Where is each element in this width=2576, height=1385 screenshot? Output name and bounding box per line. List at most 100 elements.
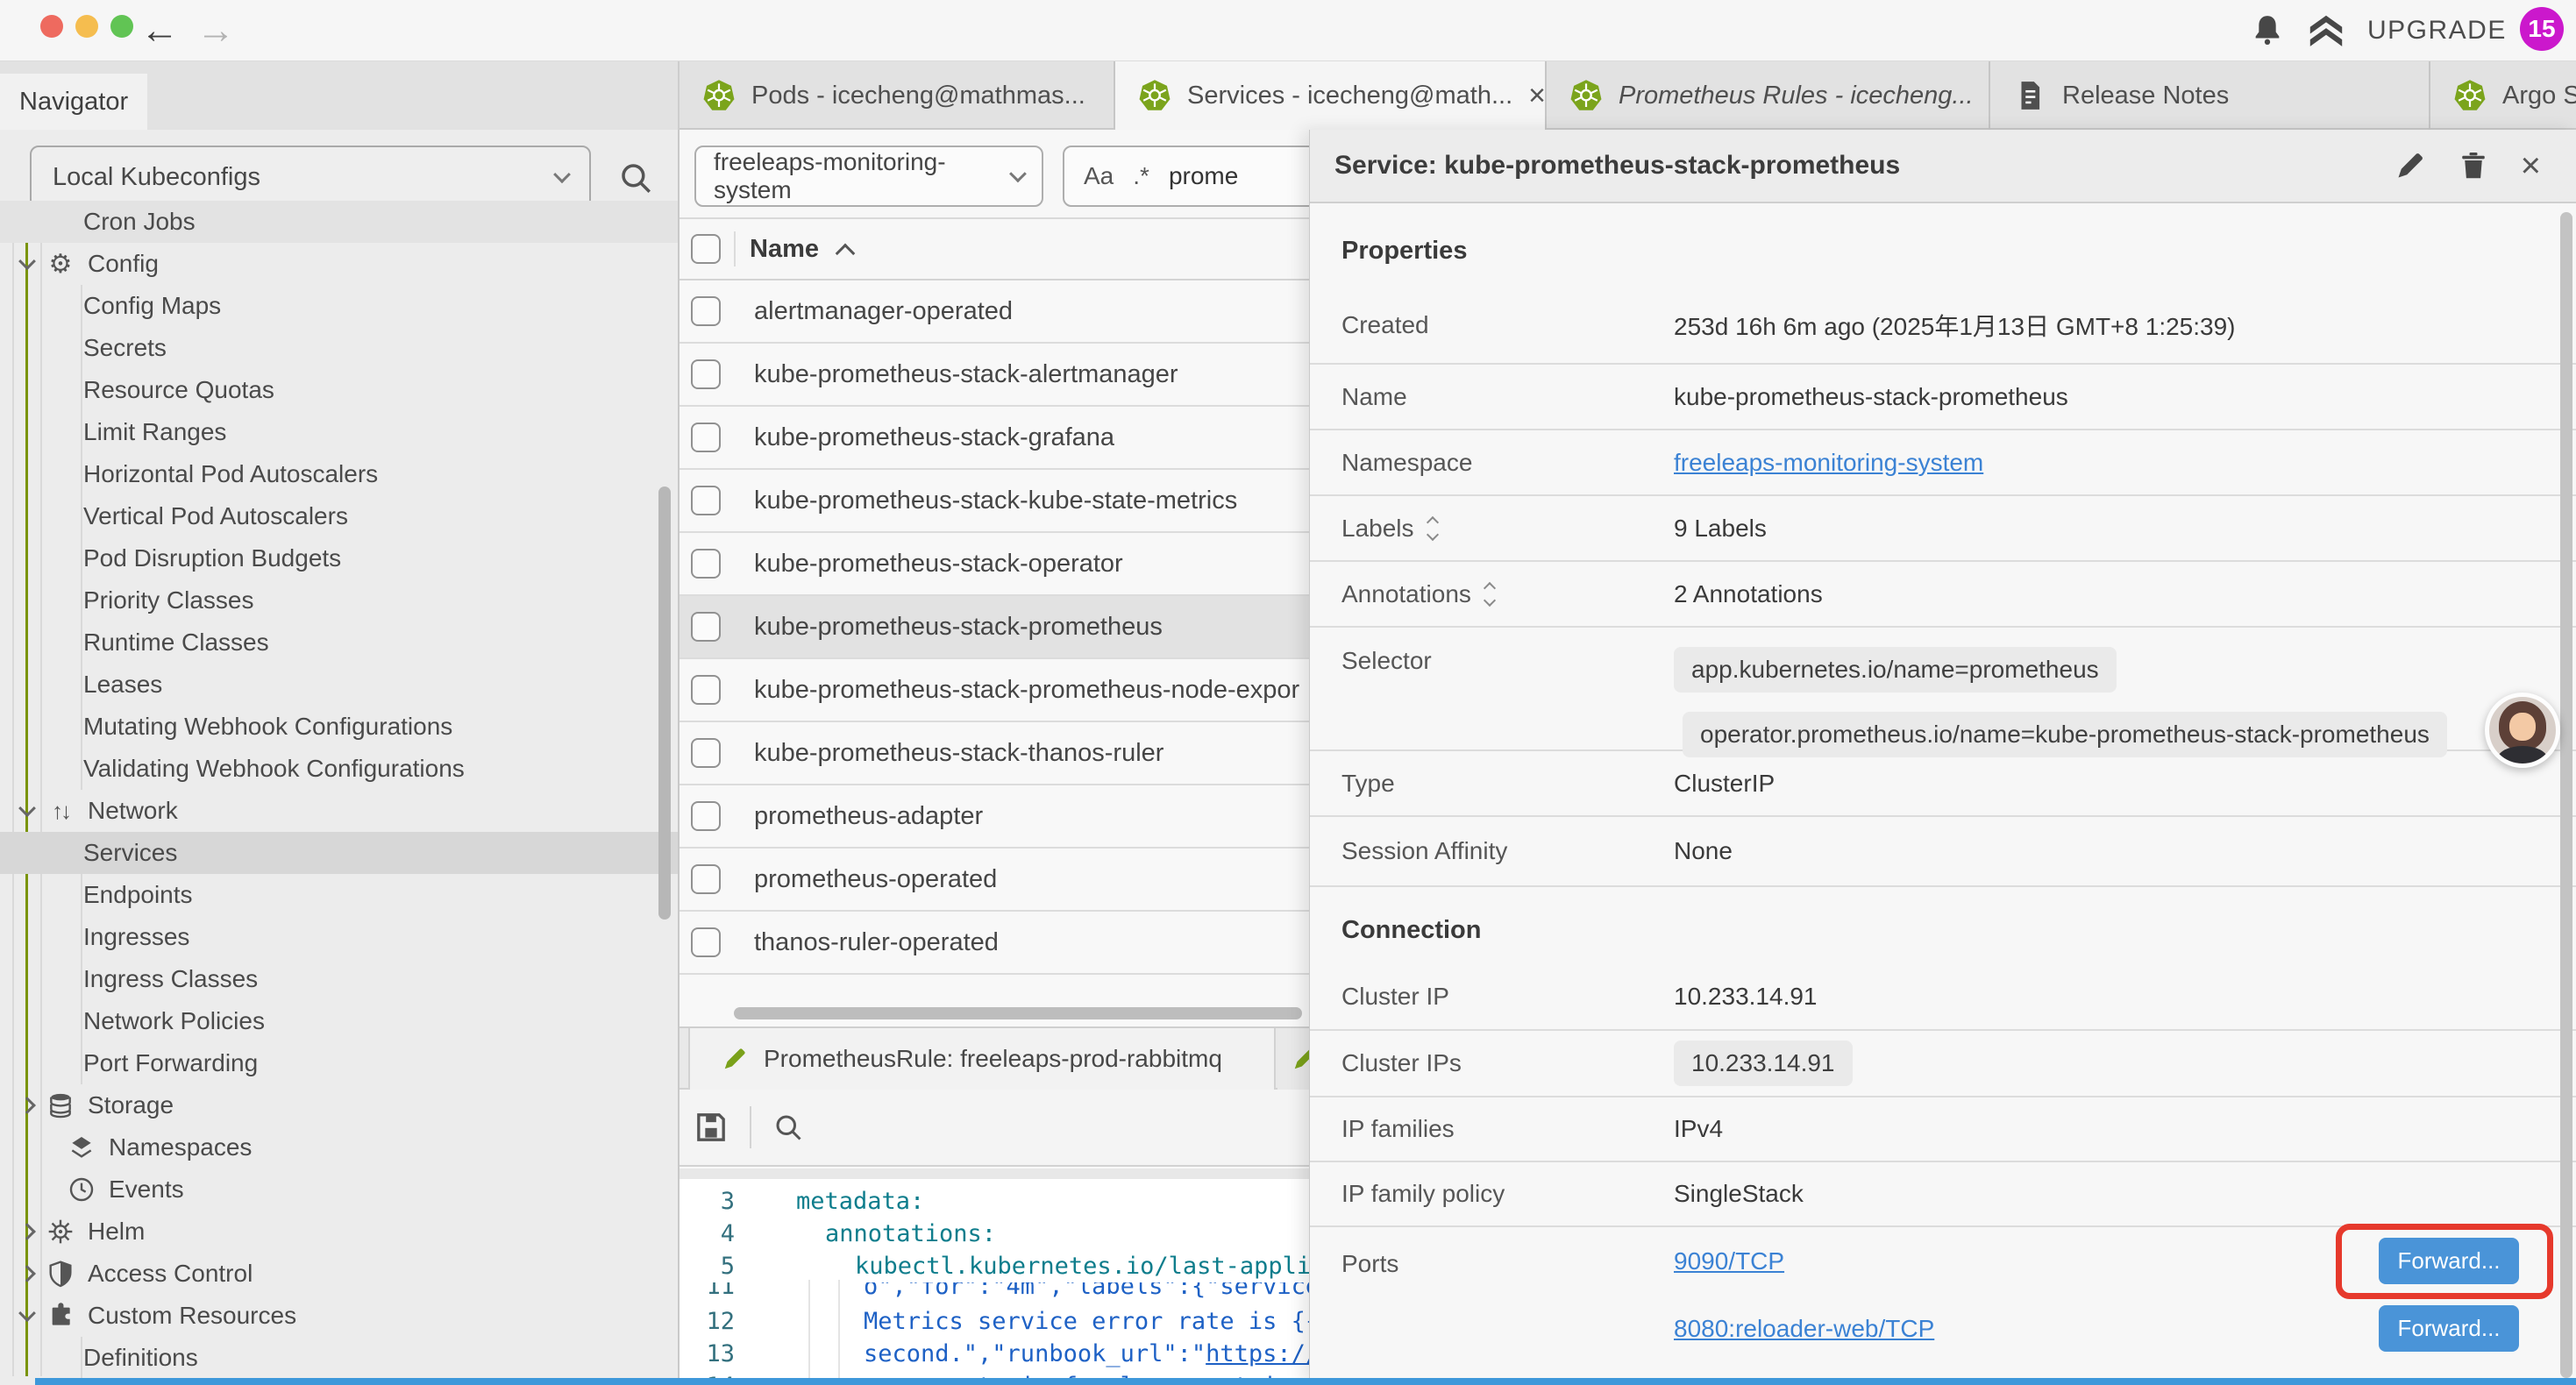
- sidebar-item-priority-classes[interactable]: Priority Classes: [0, 579, 678, 621]
- sidebar-item-horizontal-pod-autoscalers[interactable]: Horizontal Pod Autoscalers: [0, 453, 678, 495]
- port-link[interactable]: 8080:reloader-web/TCP: [1674, 1315, 1934, 1343]
- sidebar-item-config-maps[interactable]: Config Maps: [0, 285, 678, 327]
- tab-release-notes[interactable]: Release Notes: [1990, 61, 2430, 130]
- close-tab-icon[interactable]: ×: [1528, 79, 1546, 113]
- regex-icon[interactable]: .*: [1133, 162, 1149, 190]
- layers-icon: [67, 1133, 96, 1161]
- edit-pencil-icon[interactable]: [2395, 150, 2426, 181]
- sidebar-item-ingresses[interactable]: Ingresses: [0, 916, 678, 958]
- tab-argo[interactable]: Argo Se: [2430, 61, 2576, 130]
- sidebar-item-services[interactable]: Services: [0, 832, 678, 874]
- scrollbar-thumb[interactable]: [2560, 212, 2572, 1378]
- row-checkbox[interactable]: [691, 486, 721, 515]
- search-box[interactable]: Aa .*: [1063, 146, 1309, 207]
- scrollbar-thumb[interactable]: [658, 487, 671, 920]
- namespace-link[interactable]: freeleaps-monitoring-system: [1674, 449, 1983, 477]
- row-checkbox[interactable]: [691, 801, 721, 831]
- sidebar-item-helm[interactable]: Helm: [0, 1211, 678, 1253]
- delete-trash-icon[interactable]: [2458, 150, 2489, 181]
- sidebar-item-endpoints[interactable]: Endpoints: [0, 874, 678, 916]
- editor-search-icon[interactable]: [772, 1112, 804, 1143]
- runbook-url-link[interactable]: https://net: [1206, 1340, 1309, 1367]
- sidebar-item-namespaces[interactable]: Namespaces: [0, 1126, 678, 1168]
- yaml-editor-tab[interactable]: PrometheusRule: freeleaps-prod-rabbitmq: [688, 1028, 1276, 1090]
- sidebar-item-vertical-pod-autoscalers[interactable]: Vertical Pod Autoscalers: [0, 495, 678, 537]
- table-row[interactable]: kube-prometheus-stack-prometheus-node-ex…: [680, 659, 1309, 722]
- table-row[interactable]: kube-prometheus-stack-operator: [680, 533, 1309, 596]
- forward-button[interactable]: Forward...: [2379, 1238, 2519, 1284]
- upgrade-icon[interactable]: [2306, 11, 2346, 51]
- sidebar-item-custom-resources[interactable]: Custom Resources: [0, 1295, 678, 1337]
- yaml-editor[interactable]: 3metadata: 4annotations: 5kubectl.kubern…: [680, 1179, 1309, 1378]
- row-checkbox[interactable]: [691, 549, 721, 579]
- row-checkbox[interactable]: [691, 612, 721, 642]
- sidebar-item-network-policies[interactable]: Network Policies: [0, 1000, 678, 1042]
- horizontal-scrollbar-thumb[interactable]: [734, 1007, 1302, 1019]
- sidebar-search-icon[interactable]: [617, 160, 654, 196]
- notifications-bell-icon[interactable]: [2250, 12, 2285, 47]
- expand-collapse-icon[interactable]: [1428, 518, 1437, 539]
- kubeconfig-select[interactable]: Local Kubeconfigs: [30, 146, 591, 209]
- table-row[interactable]: thanos-ruler-operated: [680, 912, 1309, 975]
- tab-prometheus-rules[interactable]: Prometheus Rules - icecheng...: [1547, 61, 1990, 130]
- sidebar-item-port-forwarding[interactable]: Port Forwarding: [0, 1042, 678, 1084]
- table-row-selected[interactable]: kube-prometheus-stack-prometheus: [680, 596, 1309, 659]
- tab-services[interactable]: Services - icecheng@math... ×: [1115, 61, 1547, 130]
- forward-button[interactable]: →: [196, 5, 235, 56]
- sidebar-item-secrets[interactable]: Secrets: [0, 327, 678, 369]
- sidebar-item-runtime-classes[interactable]: Runtime Classes: [0, 621, 678, 664]
- namespace-select[interactable]: freeleaps-monitoring-system: [694, 146, 1043, 207]
- table-row[interactable]: kube-prometheus-stack-thanos-ruler: [680, 722, 1309, 785]
- sidebar-item-limit-ranges[interactable]: Limit Ranges: [0, 411, 678, 453]
- notification-count-badge[interactable]: 15: [2520, 7, 2564, 51]
- sidebar-item-storage[interactable]: Storage: [0, 1084, 678, 1126]
- sidebar-item-resource-quotas[interactable]: Resource Quotas: [0, 369, 678, 411]
- sidebar-item-pod-disruption-budgets[interactable]: Pod Disruption Budgets: [0, 537, 678, 579]
- sidebar-item-access-control[interactable]: Access Control: [0, 1253, 678, 1295]
- sidebar-item-network[interactable]: ↑↓Network: [0, 790, 678, 832]
- sort-ascending-icon[interactable]: [836, 244, 856, 264]
- row-checkbox[interactable]: [691, 864, 721, 894]
- table-row[interactable]: kube-prometheus-stack-kube-state-metrics: [680, 470, 1309, 533]
- navigator-tab[interactable]: Navigator: [0, 74, 147, 130]
- table-row[interactable]: alertmanager-operated: [680, 281, 1309, 344]
- row-checkbox[interactable]: [691, 423, 721, 452]
- sidebar-item-ingress-classes[interactable]: Ingress Classes: [0, 958, 678, 1000]
- maximize-window-button[interactable]: [110, 15, 133, 38]
- table-row[interactable]: kube-prometheus-stack-grafana: [680, 407, 1309, 470]
- row-checkbox[interactable]: [691, 738, 721, 768]
- sidebar-item-events[interactable]: Events: [0, 1168, 678, 1211]
- property-row-ip-families: IP families IPv4: [1310, 1097, 2576, 1162]
- table-row[interactable]: prometheus-adapter: [680, 785, 1309, 849]
- minimize-window-button[interactable]: [75, 15, 98, 38]
- sidebar-item-config[interactable]: ⚙Config: [0, 243, 678, 285]
- expand-collapse-icon[interactable]: [1485, 584, 1494, 605]
- select-all-checkbox[interactable]: [691, 234, 721, 264]
- divider: [680, 1168, 1309, 1179]
- network-arrows-icon: ↑↓: [46, 798, 75, 825]
- sidebar-item-leases[interactable]: Leases: [0, 664, 678, 706]
- sidebar-item-validating-webhook-configurations[interactable]: Validating Webhook Configurations: [0, 748, 678, 790]
- yaml-editor-tab-partial[interactable]: [1277, 1028, 1309, 1090]
- name-column-header[interactable]: Name: [750, 235, 819, 264]
- sidebar-item-mutating-webhook-configurations[interactable]: Mutating Webhook Configurations: [0, 706, 678, 748]
- tab-pods[interactable]: Pods - icecheng@mathmas...: [680, 61, 1115, 130]
- row-checkbox[interactable]: [691, 296, 721, 326]
- search-input[interactable]: [1169, 162, 1292, 190]
- upgrade-button[interactable]: UPGRADE: [2367, 16, 2507, 46]
- table-row[interactable]: prometheus-operated: [680, 849, 1309, 912]
- save-icon[interactable]: [694, 1110, 729, 1145]
- avatar[interactable]: [2485, 692, 2560, 768]
- back-button[interactable]: ←: [140, 5, 179, 56]
- forward-button[interactable]: Forward...: [2379, 1305, 2519, 1352]
- sidebar-item-definitions[interactable]: Definitions: [0, 1337, 678, 1379]
- port-link[interactable]: 9090/TCP: [1674, 1247, 1784, 1275]
- sidebar-item-cron-jobs[interactable]: Cron Jobs: [0, 201, 678, 243]
- row-checkbox[interactable]: [691, 927, 721, 957]
- close-window-button[interactable]: [40, 15, 63, 38]
- row-checkbox[interactable]: [691, 359, 721, 389]
- close-panel-icon[interactable]: ×: [2521, 148, 2541, 183]
- row-checkbox[interactable]: [691, 675, 721, 705]
- table-row[interactable]: kube-prometheus-stack-alertmanager: [680, 344, 1309, 407]
- match-case-icon[interactable]: Aa: [1084, 162, 1114, 190]
